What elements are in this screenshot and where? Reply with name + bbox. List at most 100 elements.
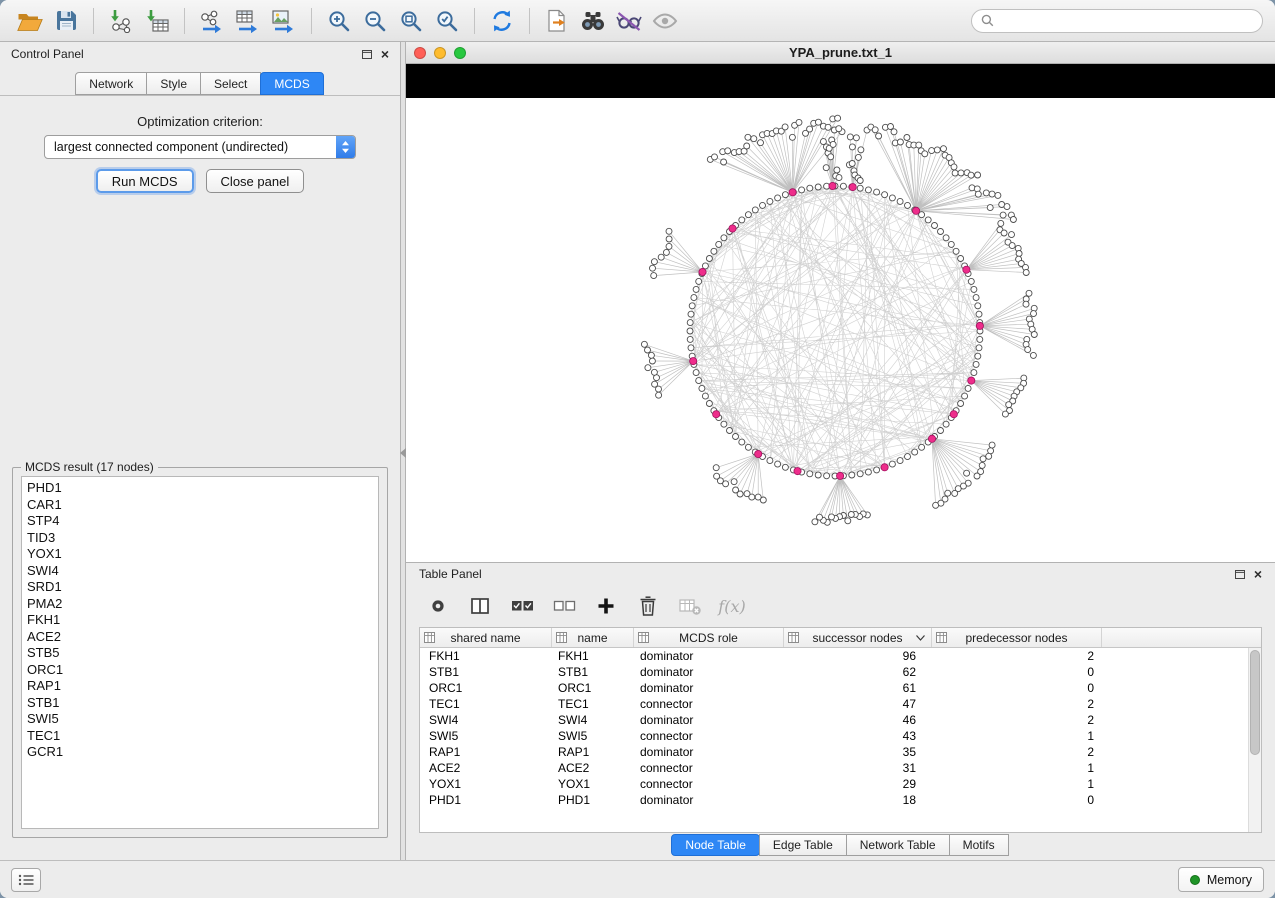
close-panel-icon[interactable]: × <box>381 49 389 59</box>
scrollbar-thumb[interactable] <box>1250 650 1260 755</box>
zoom-out-button[interactable] <box>357 5 393 37</box>
tab-select[interactable]: Select <box>200 72 261 95</box>
table-scrollbar[interactable] <box>1248 648 1261 832</box>
mcds-result-item[interactable]: PHD1 <box>27 480 378 497</box>
maximize-window-button[interactable] <box>454 47 466 59</box>
node-table-body: FKH1FKH1dominator962STB1STB1dominator620… <box>420 648 1261 832</box>
table-row[interactable]: ORC1ORC1dominator610 <box>420 680 1261 696</box>
open-session-button[interactable] <box>12 5 48 37</box>
column-header-successor-nodes[interactable]: successor nodes <box>784 628 932 647</box>
table-row[interactable]: ACE2ACE2connector311 <box>420 760 1261 776</box>
memory-button[interactable]: Memory <box>1178 867 1264 892</box>
mcds-result-item[interactable]: STB5 <box>27 645 378 662</box>
mcds-result-item[interactable]: CAR1 <box>27 497 378 514</box>
import-network-button[interactable] <box>103 5 139 37</box>
table-row[interactable]: FKH1FKH1dominator962 <box>420 648 1261 664</box>
table-cell <box>1102 680 1261 696</box>
mcds-result-item[interactable]: STP4 <box>27 513 378 530</box>
mcds-result-item[interactable]: STB1 <box>27 695 378 712</box>
import-table-button[interactable] <box>139 5 175 37</box>
column-header-predecessor-nodes[interactable]: predecessor nodes <box>932 628 1102 647</box>
control-panel-title: Control Panel <box>11 47 84 61</box>
mcds-result-item[interactable]: RAP1 <box>27 678 378 695</box>
open-folder-icon <box>17 10 43 32</box>
close-panel-button[interactable]: Close panel <box>206 169 305 193</box>
tab-mcds[interactable]: MCDS <box>260 72 323 95</box>
tab-network-table[interactable]: Network Table <box>846 834 950 856</box>
mcds-result-item[interactable]: ORC1 <box>27 662 378 679</box>
unselect-all-columns-button[interactable] <box>550 592 578 620</box>
status-bar: Memory <box>0 860 1275 898</box>
table-settings-button[interactable] <box>424 592 452 620</box>
network-graph[interactable] <box>406 98 1275 562</box>
right-workspace: YPA_prune.txt_1 Table Panel <box>406 42 1275 860</box>
minimize-window-button[interactable] <box>434 47 446 59</box>
zoom-selected-button[interactable] <box>429 5 465 37</box>
table-cell: SWI5 <box>420 728 552 744</box>
main-toolbar <box>0 0 1275 42</box>
table-cell: SWI4 <box>552 712 634 728</box>
tab-network[interactable]: Network <box>75 72 147 95</box>
run-mcds-button[interactable]: Run MCDS <box>96 169 194 193</box>
table-row[interactable]: YOX1YOX1connector291 <box>420 776 1261 792</box>
network-canvas[interactable] <box>406 98 1275 562</box>
tab-edge-table[interactable]: Edge Table <box>759 834 847 856</box>
show-columns-button[interactable] <box>466 592 494 620</box>
mcds-result-list[interactable]: PHD1CAR1STP4TID3YOX1SWI4SRD1PMA2FKH1ACE2… <box>21 476 379 829</box>
search-input[interactable] <box>1000 14 1253 28</box>
float-panel-icon[interactable] <box>1235 570 1245 579</box>
mcds-result-item[interactable]: SRD1 <box>27 579 378 596</box>
column-header-mcds-role[interactable]: MCDS role <box>634 628 784 647</box>
table-cell: SWI5 <box>552 728 634 744</box>
mcds-result-item[interactable]: SWI4 <box>27 563 378 580</box>
mcds-result-item[interactable]: ACE2 <box>27 629 378 646</box>
delete-column-button[interactable] <box>634 592 662 620</box>
export-network-button[interactable] <box>194 5 230 37</box>
refresh-button[interactable] <box>484 5 520 37</box>
mcds-result-item[interactable]: PMA2 <box>27 596 378 613</box>
criterion-dropdown[interactable]: largest connected component (undirected) <box>44 135 356 159</box>
zoom-in-button[interactable] <box>321 5 357 37</box>
mcds-result-item[interactable]: FKH1 <box>27 612 378 629</box>
tab-style[interactable]: Style <box>146 72 201 95</box>
search-box[interactable] <box>971 9 1263 33</box>
table-row[interactable]: TEC1TEC1connector472 <box>420 696 1261 712</box>
toolbar-separator <box>474 8 475 34</box>
zoom-fit-button[interactable] <box>393 5 429 37</box>
share-document-button[interactable] <box>539 5 575 37</box>
export-image-button[interactable] <box>266 5 302 37</box>
mcds-result-item[interactable]: YOX1 <box>27 546 378 563</box>
plus-icon <box>596 596 616 616</box>
mcds-result-item[interactable]: TEC1 <box>27 728 378 745</box>
float-panel-icon[interactable] <box>362 50 372 59</box>
mcds-result-item[interactable]: GCR1 <box>27 744 378 761</box>
close-panel-icon[interactable]: × <box>1254 569 1262 579</box>
table-row[interactable]: SWI5SWI5connector431 <box>420 728 1261 744</box>
tab-node-table[interactable]: Node Table <box>671 834 760 856</box>
table-panel: Table Panel × <box>406 562 1275 860</box>
search-network-button[interactable] <box>575 5 611 37</box>
show-hide-glasses-button[interactable] <box>611 5 647 37</box>
table-row[interactable]: SWI4SWI4dominator462 <box>420 712 1261 728</box>
dropdown-stepper-icon <box>336 135 355 159</box>
network-window-titlebar: YPA_prune.txt_1 <box>406 42 1275 64</box>
table-cell: connector <box>634 776 784 792</box>
close-window-button[interactable] <box>414 47 426 59</box>
tab-motifs[interactable]: Motifs <box>949 834 1009 856</box>
eye-preview-button[interactable] <box>647 5 683 37</box>
column-header-shared-name[interactable]: shared name <box>420 628 552 647</box>
table-row[interactable]: RAP1RAP1dominator352 <box>420 744 1261 760</box>
node-table: shared name name MCDS role <box>419 627 1262 833</box>
mcds-result-item[interactable]: TID3 <box>27 530 378 547</box>
create-column-button[interactable] <box>592 592 620 620</box>
save-session-button[interactable] <box>48 5 84 37</box>
column-header-filler <box>1102 628 1261 647</box>
column-header-name[interactable]: name <box>552 628 634 647</box>
mcds-result-item[interactable]: SWI5 <box>27 711 378 728</box>
export-table-button[interactable] <box>230 5 266 37</box>
select-all-columns-button[interactable] <box>508 592 536 620</box>
panel-menu-button[interactable] <box>11 868 41 892</box>
table-row[interactable]: PHD1PHD1dominator180 <box>420 792 1261 808</box>
table-row[interactable]: STB1STB1dominator620 <box>420 664 1261 680</box>
gear-icon <box>427 595 449 617</box>
